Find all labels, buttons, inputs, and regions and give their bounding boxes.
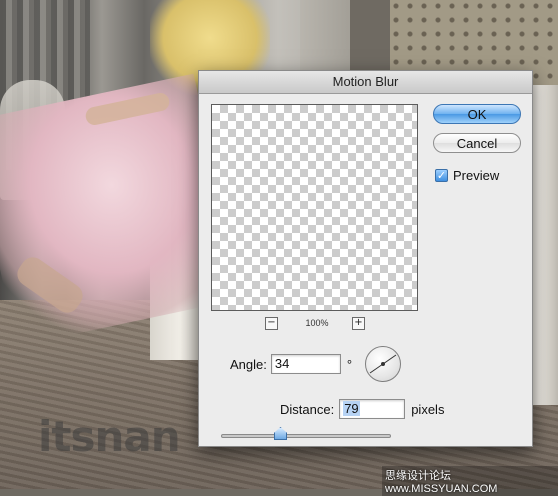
angle-row: Angle: 34 ° bbox=[230, 354, 352, 374]
checkmark-icon[interactable]: ✓ bbox=[435, 168, 448, 182]
watermark-logo: itsnan bbox=[38, 412, 181, 461]
distance-slider[interactable] bbox=[221, 427, 391, 440]
distance-input[interactable]: 79 bbox=[339, 399, 406, 419]
motion-blur-dialog: Motion Blur − 100% + OK Cancel ✓ Preview… bbox=[198, 70, 533, 447]
cancel-button[interactable]: Cancel bbox=[433, 133, 521, 153]
distance-label: Distance: bbox=[280, 401, 335, 417]
degree-unit: ° bbox=[346, 356, 353, 372]
slider-thumb[interactable] bbox=[274, 427, 287, 440]
zoom-in-button[interactable]: + bbox=[352, 317, 365, 330]
angle-label: Angle: bbox=[230, 356, 267, 372]
watermark-site: 思缘设计论坛 www.MISSYUAN.COM bbox=[382, 466, 558, 496]
distance-row: Distance: 79 pixels bbox=[280, 399, 444, 419]
zoom-level: 100% bbox=[305, 318, 329, 328]
dialog-title[interactable]: Motion Blur bbox=[199, 71, 532, 94]
ok-button[interactable]: OK bbox=[433, 104, 521, 124]
preview-label: Preview bbox=[453, 167, 500, 183]
angle-dial-icon[interactable] bbox=[365, 346, 401, 382]
zoom-controls: − 100% + bbox=[211, 317, 418, 331]
zoom-out-button[interactable]: − bbox=[265, 317, 278, 330]
preview-checkbox[interactable]: ✓ Preview bbox=[435, 167, 499, 183]
slider-track[interactable] bbox=[221, 434, 391, 438]
distance-unit: pixels bbox=[411, 401, 445, 417]
distance-value: 79 bbox=[343, 401, 360, 416]
angle-input[interactable]: 34 bbox=[270, 354, 341, 374]
preview-canvas[interactable] bbox=[211, 104, 418, 311]
